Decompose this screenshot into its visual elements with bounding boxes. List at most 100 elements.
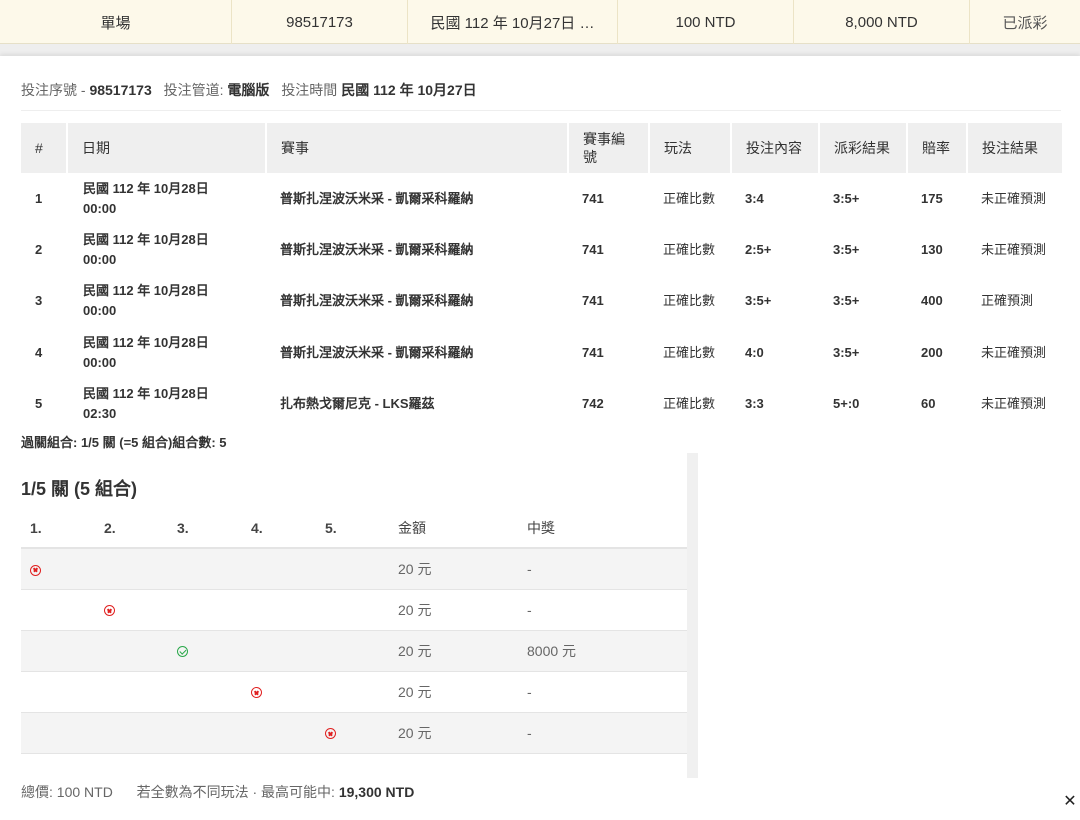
combo-cell [168, 630, 242, 672]
combo-cell [95, 712, 168, 754]
col-header-event: 賽事 [266, 123, 569, 173]
leg-odds: 175 [921, 190, 943, 206]
bet-info-line: 投注序號 - 98517173 投注管道: 電腦版 投注時間 民國 112 年 … [21, 80, 477, 100]
summary-type: 單場 [0, 0, 232, 44]
leg-play: 正確比數 [663, 396, 716, 412]
leg-no: 3 [35, 293, 43, 309]
leg-event-no: 741 [582, 293, 604, 309]
combo-row: 20 元 - [21, 671, 687, 713]
summary-payout: 8,000 NTD [794, 0, 970, 44]
combo-cell [21, 589, 95, 631]
leg-event: 普斯扎涅波沃米采 - 凱爾采科羅納 [280, 190, 474, 206]
combo-cell [168, 589, 242, 631]
combo-cell [316, 589, 389, 631]
combo-header-row: 1. 2. 3. 4. 5. 金額 中獎 [21, 509, 687, 549]
lost-icon [30, 564, 41, 576]
col-header-no: # [21, 123, 68, 173]
leg-event-no: 741 [582, 242, 604, 258]
won-icon [177, 646, 188, 658]
table-row: 3 民國 112 年 10月28日 00:00 普斯扎涅波沃米采 - 凱爾采科羅納… [21, 276, 1062, 327]
leg-selection: 2:5+ [745, 242, 772, 258]
table-row: 2 民國 112 年 10月28日 00:00 普斯扎涅波沃米采 - 凱爾采科羅納… [21, 224, 1062, 275]
leg-no: 5 [35, 396, 43, 412]
leg-play: 正確比數 [663, 344, 716, 360]
combo-col-1: 1. [21, 509, 95, 549]
combo-prize: - [518, 671, 687, 713]
leg-odds: 130 [921, 242, 943, 258]
leg-odds: 400 [921, 293, 943, 309]
combo-cell [242, 630, 316, 672]
ticket-summary-row[interactable]: 單場 98517173 民國 112 年 10月27日 … 100 NTD 8,… [0, 0, 1080, 44]
ticket-detail-panel: 投注序號 - 98517173 投注管道: 電腦版 投注時間 民國 112 年 … [0, 56, 1080, 820]
combo-cell [95, 630, 168, 672]
combo-col-5: 5. [316, 509, 389, 549]
leg-outcome: 未正確預測 [981, 344, 1047, 360]
close-button[interactable]: ✕ [1062, 794, 1078, 810]
leg-outcome: 未正確預測 [981, 190, 1047, 206]
lost-icon [325, 728, 336, 740]
leg-result: 3:5+ [833, 190, 860, 206]
col-header-play: 玩法 [649, 123, 732, 173]
legs-header-row: # 日期 賽事 賽事編號 玩法 投注內容 派彩結果 賠率 投注結果 [21, 123, 1062, 173]
leg-odds: 200 [921, 344, 943, 360]
legs-table: # 日期 賽事 賽事編號 玩法 投注內容 派彩結果 賠率 投注結果 1 民國 1… [21, 123, 1062, 430]
leg-result: 3:5+ [833, 293, 860, 309]
leg-outcome: 正確預測 [981, 293, 1034, 309]
combo-cell [242, 671, 316, 713]
col-header-selection: 投注內容 [731, 123, 820, 173]
table-row: 5 民國 112 年 10月28日 02:30 扎布熱戈爾尼克 - LKS羅茲 7… [21, 379, 1062, 430]
summary-status: 已派彩 [1002, 14, 1048, 32]
col-header-event-no: 賽事編號 [568, 123, 650, 173]
combo-cell [21, 630, 95, 672]
total-value: 100 NTD [56, 784, 113, 800]
combo-cell [242, 712, 316, 754]
combo-cell [316, 712, 389, 754]
combo-cell [242, 548, 316, 590]
combo-cell [21, 712, 95, 754]
combo-amount: 20 元 [389, 589, 518, 631]
combo-cell [168, 548, 242, 590]
leg-result: 3:5+ [833, 344, 860, 360]
serial-label: 投注序號 - [21, 82, 86, 98]
leg-event-no: 741 [582, 344, 604, 360]
leg-no: 2 [35, 242, 43, 258]
leg-date: 民國 112 年 10月28日 00:00 [83, 283, 209, 319]
table-row: 1 民國 112 年 10月28日 00:00 普斯扎涅波沃米采 - 凱爾采科羅納… [21, 173, 1062, 224]
combo-col-amount: 金額 [389, 509, 518, 549]
combo-amount: 20 元 [389, 548, 518, 590]
leg-date: 民國 112 年 10月28日 00:00 [83, 232, 209, 268]
combo-amount: 20 元 [389, 630, 518, 672]
leg-date: 民國 112 年 10月28日 00:00 [83, 180, 209, 216]
leg-event: 普斯扎涅波沃米采 - 凱爾采科羅納 [280, 293, 474, 309]
leg-selection: 3:4 [745, 190, 764, 206]
leg-odds: 60 [921, 396, 936, 412]
combo-prize: - [518, 548, 687, 590]
time-label: 投注時間 [281, 82, 338, 98]
combo-prize: - [518, 589, 687, 631]
combo-cell [168, 712, 242, 754]
combo-scrollbar[interactable] [687, 453, 698, 778]
combo-summary-line: 過關組合: 1/5 關 (=5 組合)組合數: 5 [21, 435, 227, 450]
channel-label: 投注管道: [163, 82, 224, 98]
serial-value: 98517173 [89, 82, 152, 98]
combo-row: 20 元 - [21, 712, 687, 754]
combo-cell [316, 630, 389, 672]
combo-cell [168, 671, 242, 713]
leg-no: 4 [35, 344, 43, 360]
leg-result: 3:5+ [833, 242, 860, 258]
combo-cell [95, 548, 168, 590]
combo-row: 20 元 - [21, 548, 687, 590]
leg-no: 1 [35, 190, 43, 206]
combo-cell [316, 671, 389, 713]
combo-col-4: 4. [242, 509, 316, 549]
combo-col-2: 2. [95, 509, 168, 549]
combo-cell [95, 671, 168, 713]
leg-selection: 3:3 [745, 396, 764, 412]
combo-prize: - [518, 712, 687, 754]
leg-result: 5+:0 [833, 396, 860, 412]
combo-col-3: 3. [168, 509, 242, 549]
combo-title: 1/5 關 (5 組合) [21, 479, 138, 499]
summary-bet-time: 民國 112 年 10月27日 … [408, 0, 618, 44]
combo-cell [21, 671, 95, 713]
summary-ticket-no: 98517173 [232, 0, 408, 44]
